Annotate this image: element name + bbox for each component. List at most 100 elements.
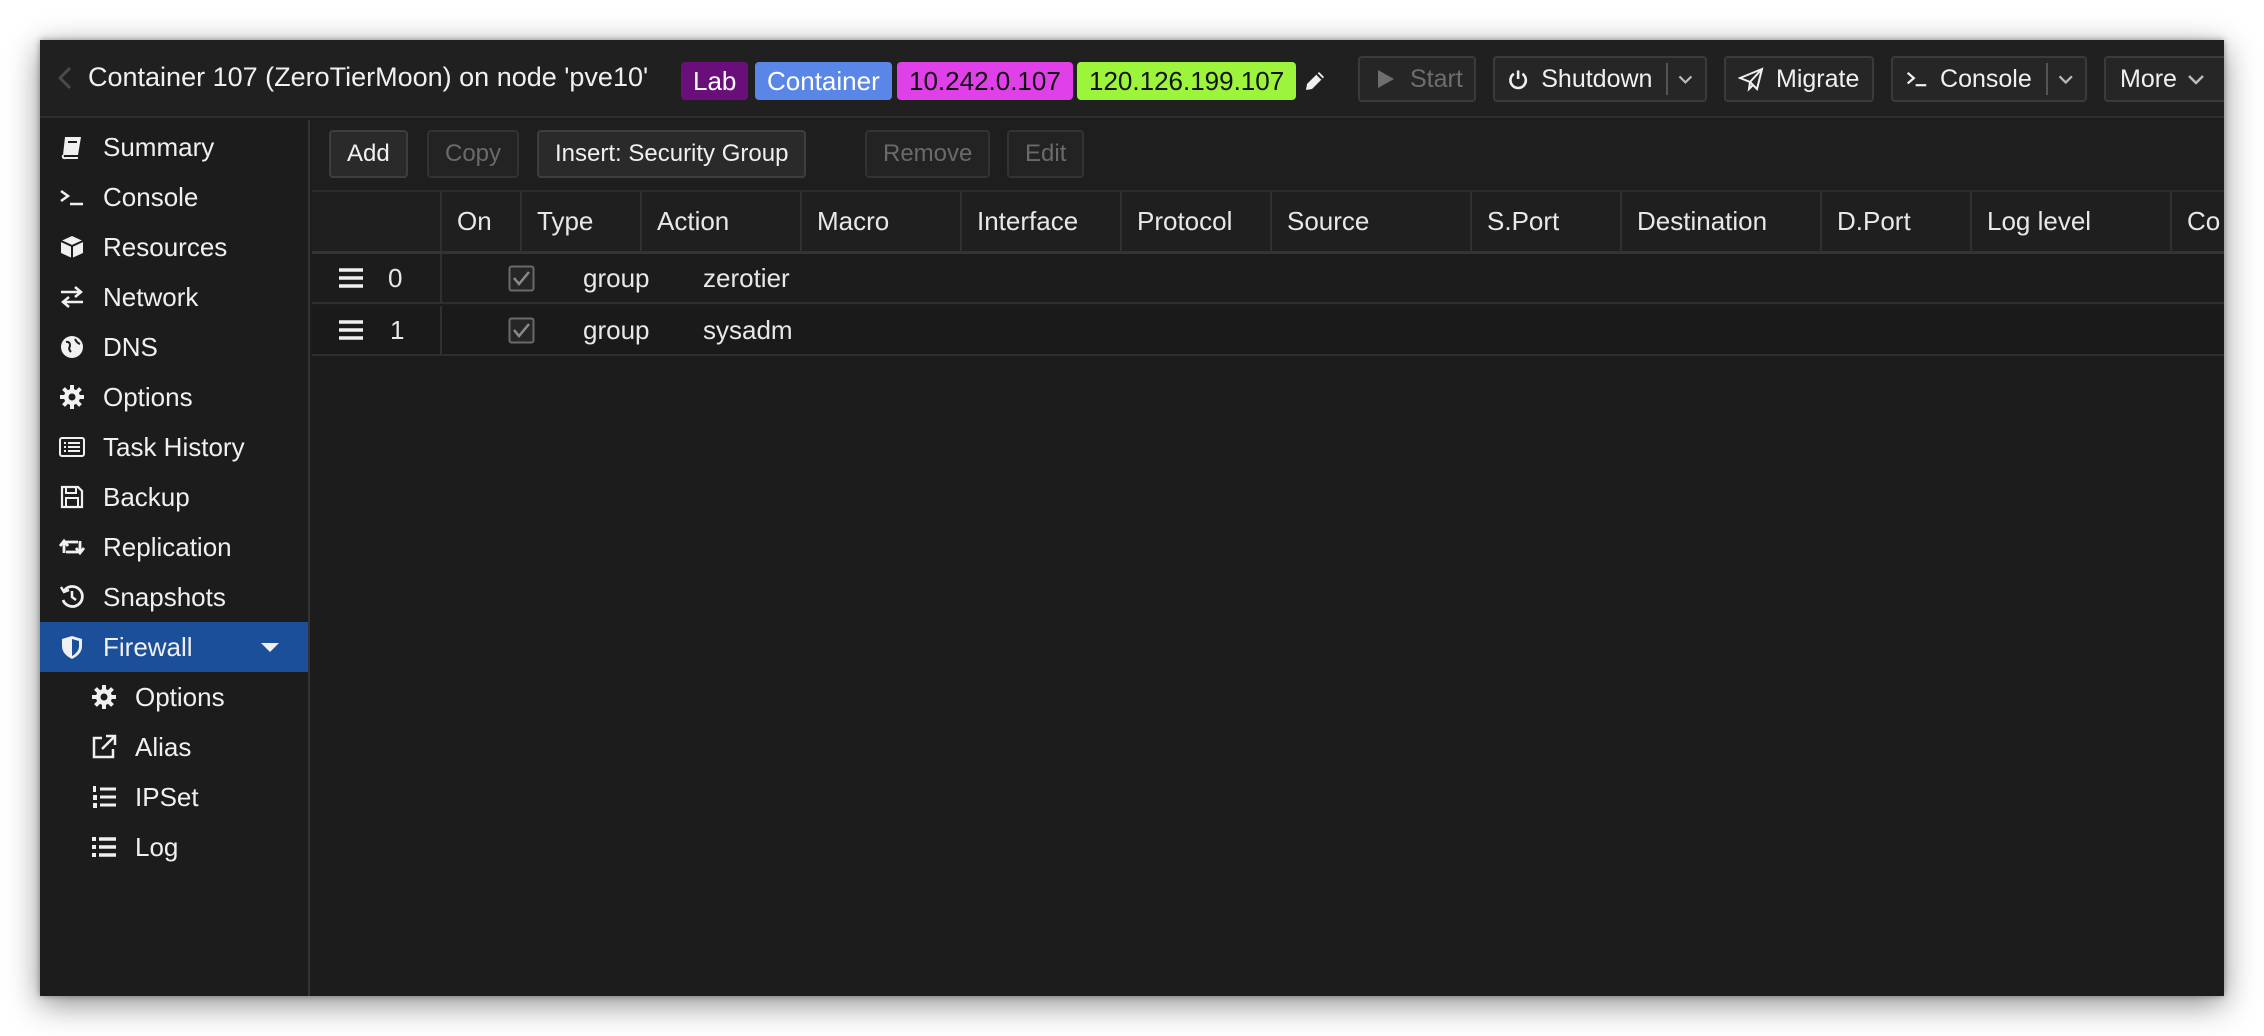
sidebar-item-label: Log (135, 831, 179, 862)
main-panel: Add Copy Insert: Security Group Remove E… (312, 120, 2224, 996)
sidebar-item-resources[interactable]: Resources (40, 222, 308, 272)
sidebar-item-snapshots[interactable]: Snapshots (40, 572, 308, 622)
power-icon (1509, 70, 1528, 90)
drag-handle-icon[interactable] (338, 318, 364, 342)
grid-header: On Type Action Macro Interface Protocol … (312, 192, 2224, 254)
caret-down-icon[interactable] (258, 635, 282, 659)
column-header-on[interactable]: On (442, 192, 522, 251)
column-header-destination[interactable]: Destination (1622, 192, 1822, 251)
sidebar-item-options[interactable]: Options (40, 372, 308, 422)
sidebar-item-alias[interactable]: Alias (40, 722, 308, 772)
migrate-button[interactable]: Migrate (1724, 56, 1874, 102)
more-button[interactable]: More (2104, 56, 2224, 102)
start-label: Start (1410, 64, 1463, 93)
column-header-log-level[interactable]: Log level (1972, 192, 2172, 251)
floppy-icon (60, 485, 84, 509)
split-divider (2045, 63, 2048, 95)
row-index: 0 (388, 263, 403, 293)
insert-security-group-button[interactable]: Insert: Security Group (537, 130, 807, 178)
sidebar-item-firewall-options[interactable]: Options (40, 672, 308, 722)
row-index: 1 (390, 315, 405, 345)
migrate-label: Migrate (1776, 64, 1860, 93)
sidebar-item-label: IPSet (135, 781, 199, 812)
sidebar-item-label: Backup (103, 481, 190, 512)
chevron-left-icon[interactable] (52, 64, 80, 92)
row-action: sysadm (703, 315, 793, 345)
copy-button[interactable]: Copy (427, 130, 520, 178)
console-label: Console (1940, 64, 2032, 93)
header-bar: Container 107 (ZeroTierMoon) on node 'pv… (40, 40, 2224, 118)
column-header-comment[interactable]: Co (2172, 192, 2224, 251)
play-icon (1378, 70, 1394, 88)
column-divider (440, 306, 442, 354)
enabled-checkbox[interactable] (508, 317, 535, 344)
list-ol-icon (93, 786, 116, 808)
window: Container 107 (ZeroTierMoon) on node 'pv… (40, 40, 2224, 996)
sidebar-item-ipset[interactable]: IPSet (40, 772, 308, 822)
enabled-checkbox[interactable] (508, 265, 535, 292)
sidebar-item-label: Snapshots (103, 581, 226, 612)
tag-lab: Lab (681, 62, 749, 100)
sidebar-item-console[interactable]: Console (40, 172, 308, 222)
drag-handle-icon[interactable] (338, 266, 364, 290)
sidebar-item-network[interactable]: Network (40, 272, 308, 322)
split-divider (1666, 63, 1669, 95)
terminal-icon (60, 189, 83, 206)
column-header-interface[interactable]: Interface (962, 192, 1122, 251)
sidebar-item-task-history[interactable]: Task History (40, 422, 308, 472)
list-alt-icon (59, 437, 85, 457)
tag-ip-public: 120.126.199.107 (1077, 62, 1297, 100)
sidebar-item-label: Network (103, 281, 199, 312)
table-row[interactable]: 1 group sysadm (312, 306, 2224, 356)
sidebar-item-backup[interactable]: Backup (40, 472, 308, 522)
column-header-protocol[interactable]: Protocol (1122, 192, 1272, 251)
console-button[interactable]: Console (1891, 56, 2087, 102)
sidebar-item-replication[interactable]: Replication (40, 522, 308, 572)
column-header-action[interactable]: Action (642, 192, 802, 251)
sidebar-item-label: Resources (103, 231, 228, 262)
column-header-type[interactable]: Type (522, 192, 642, 251)
terminal-icon (1906, 71, 1927, 87)
start-button[interactable]: Start (1358, 56, 1476, 102)
remove-button[interactable]: Remove (865, 130, 991, 178)
sidebar-item-label: Alias (135, 731, 192, 762)
column-header-source[interactable]: Source (1272, 192, 1472, 251)
chevron-down-icon[interactable] (2056, 68, 2075, 90)
column-header-macro[interactable]: Macro (802, 192, 962, 251)
shutdown-button[interactable]: Shutdown (1493, 56, 1707, 102)
sidebar-item-label: Options (135, 681, 225, 712)
sidebar-item-firewall[interactable]: Firewall (40, 622, 308, 672)
gear-icon (92, 685, 116, 709)
row-type: group (583, 263, 650, 293)
exchange-icon (61, 286, 83, 308)
row-type: group (583, 315, 650, 345)
tag-container: Container (755, 62, 892, 100)
sidebar-item-label: Options (103, 381, 193, 412)
edit-button[interactable]: Edit (1007, 130, 1085, 178)
add-button[interactable]: Add (329, 130, 408, 178)
row-action: zerotier (703, 263, 790, 293)
sidebar: Summary Console Resources Network DNS Op… (40, 120, 310, 996)
history-icon (59, 585, 84, 608)
column-header-sport[interactable]: S.Port (1472, 192, 1622, 251)
list-icon (92, 837, 116, 857)
sidebar-item-label: Task History (103, 431, 245, 462)
sidebar-item-label: Firewall (103, 631, 193, 662)
column-divider (440, 254, 442, 302)
page-title: Container 107 (ZeroTierMoon) on node 'pv… (88, 62, 649, 92)
sidebar-item-label: DNS (103, 331, 158, 362)
shutdown-label: Shutdown (1541, 64, 1653, 93)
table-row[interactable]: 0 group zerotier (312, 254, 2224, 304)
chevron-down-icon[interactable] (1676, 68, 1695, 90)
sidebar-item-summary[interactable]: Summary (40, 122, 308, 172)
shield-icon (62, 636, 82, 659)
retweet-icon (58, 538, 86, 556)
sidebar-item-log[interactable]: Log (40, 822, 308, 872)
column-header-dport[interactable]: D.Port (1822, 192, 1972, 251)
more-label: More (2120, 64, 2177, 93)
sidebar-item-dns[interactable]: DNS (40, 322, 308, 372)
chevron-down-icon (2188, 75, 2204, 85)
column-header-index[interactable] (312, 192, 442, 251)
paper-plane-icon (1738, 67, 1764, 92)
pencil-icon[interactable] (1302, 68, 1328, 94)
